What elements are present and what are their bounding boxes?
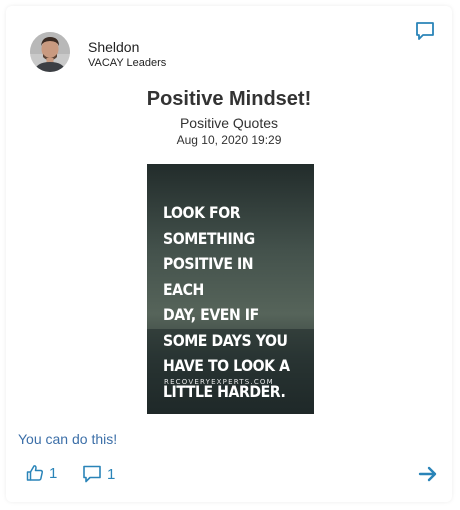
post-card: Sheldon VACAY Leaders Positive Mindset! …	[6, 6, 452, 502]
author-name[interactable]: Sheldon	[88, 39, 139, 55]
comment-button[interactable]: 1	[82, 464, 115, 484]
thumbs-up-icon	[26, 464, 44, 482]
image-quote-text: LOOK FOR SOMETHING POSITIVE IN EACH DAY,…	[163, 203, 290, 401]
image-source-text: RECOVERYEXPERTS.COM	[164, 378, 274, 386]
post-caption: You can do this!	[18, 431, 118, 447]
comment-icon[interactable]	[414, 20, 436, 42]
like-count: 1	[49, 464, 58, 482]
post-timestamp: Aug 10, 2020 19:29	[176, 133, 282, 147]
comment-count: 1	[107, 465, 116, 483]
post-title: Positive Mindset!	[146, 88, 312, 110]
author-avatar[interactable]	[30, 32, 70, 72]
arrow-right-icon	[418, 464, 438, 484]
post-image[interactable]: LOOK FOR SOMETHING POSITIVE IN EACH DAY,…	[147, 164, 314, 414]
post-actions: 1 1	[6, 464, 452, 488]
like-button[interactable]: 1	[26, 464, 57, 482]
post-category: Positive Quotes	[179, 115, 279, 131]
share-arrow-button[interactable]	[418, 464, 438, 484]
author-group: VACAY Leaders	[88, 57, 167, 69]
comment-icon	[82, 464, 102, 484]
